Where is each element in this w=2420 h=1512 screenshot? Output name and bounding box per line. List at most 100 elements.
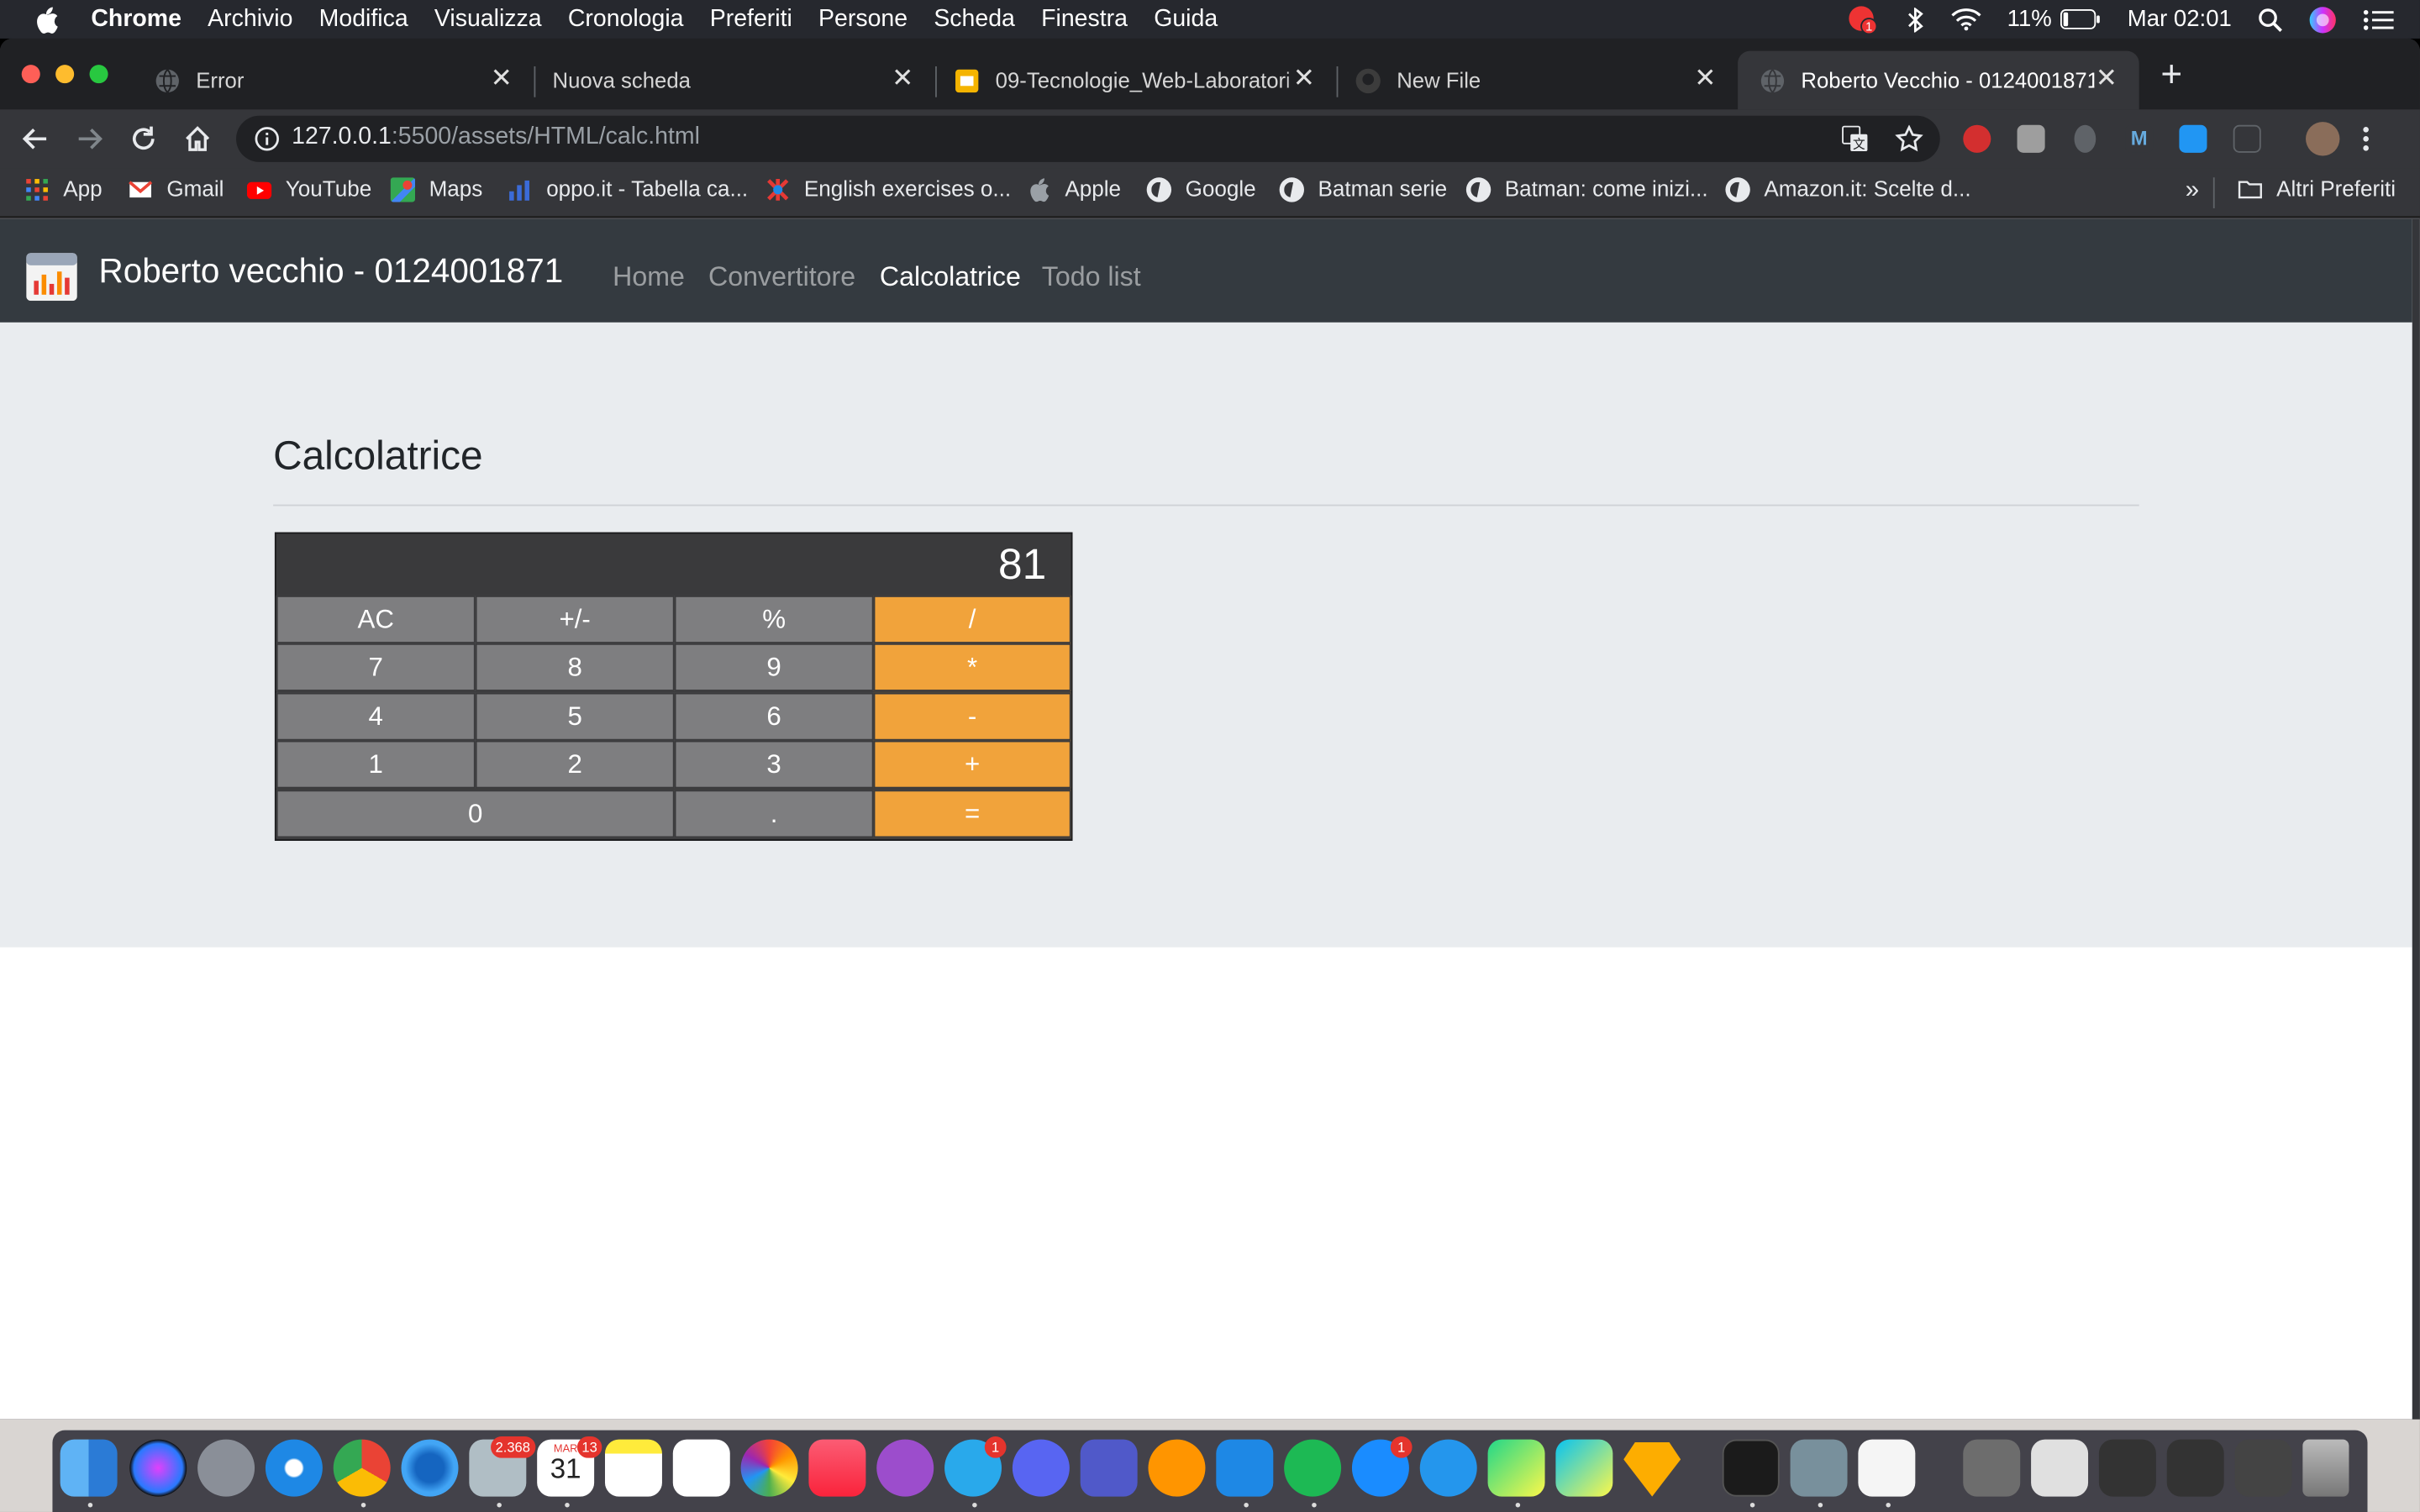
key-divide[interactable]: / (873, 595, 1071, 643)
bookmark-batman-serie[interactable]: Batman serie (1279, 177, 1447, 202)
close-tab-icon[interactable]: ✕ (892, 63, 913, 94)
adblock-extension-icon[interactable] (1963, 124, 1991, 153)
tab-calcolatrice[interactable]: Roberto Vecchio - 0124001871 ✕ (1738, 50, 2139, 110)
key-7[interactable]: 7 (276, 643, 476, 691)
preview-icon[interactable] (1790, 1439, 1848, 1497)
menu-cronologia[interactable]: Cronologia (568, 5, 684, 33)
menu-modifica[interactable]: Modifica (319, 5, 408, 33)
bookmark-apple[interactable]: Apple (1026, 177, 1121, 202)
nav-calcolatrice[interactable]: Calcolatrice (880, 260, 1021, 293)
discord-icon[interactable] (1012, 1439, 1070, 1497)
zoom-window-button[interactable] (89, 65, 108, 84)
bookmark-maps[interactable]: Maps (390, 177, 482, 202)
menu-scheda[interactable]: Scheda (934, 5, 1015, 33)
bookmark-english[interactable]: English exercises o... (765, 177, 1011, 202)
menu-finestra[interactable]: Finestra (1041, 5, 1128, 33)
key-0[interactable]: 0 (276, 790, 675, 838)
key-8[interactable]: 8 (475, 643, 675, 691)
key-6[interactable]: 6 (674, 692, 874, 741)
tab-nuova-scheda[interactable]: Nuova scheda ✕ (534, 51, 935, 110)
key-sign[interactable]: +/- (475, 595, 675, 643)
extension-icon[interactable] (2233, 124, 2261, 153)
photos-icon[interactable] (740, 1439, 798, 1497)
books-icon[interactable] (1148, 1439, 1206, 1497)
menu-persone[interactable]: Persone (818, 5, 908, 33)
bookmark-star-icon[interactable] (1895, 124, 1923, 153)
minimized-window-icon[interactable] (2031, 1439, 2089, 1497)
bookmark-youtube[interactable]: YouTube (246, 177, 371, 202)
safari-icon[interactable] (265, 1439, 323, 1497)
close-tab-icon[interactable]: ✕ (491, 63, 513, 94)
extension-icon[interactable] (2017, 124, 2045, 153)
key-2[interactable]: 2 (475, 740, 675, 789)
minimized-window-icon[interactable] (2098, 1439, 2156, 1497)
profile-avatar[interactable] (2306, 122, 2340, 156)
trash-icon[interactable] (2302, 1439, 2349, 1497)
webstorm-icon[interactable] (1555, 1439, 1613, 1497)
menu-visualizza[interactable]: Visualizza (434, 5, 542, 33)
tab-new-file[interactable]: New File ✕ (1337, 51, 1739, 110)
extension-icon[interactable] (2074, 124, 2096, 153)
notification-center-icon[interactable] (2363, 8, 2394, 30)
key-9[interactable]: 9 (674, 643, 874, 691)
finder-icon[interactable] (60, 1439, 118, 1497)
minimized-window-icon[interactable] (1963, 1439, 2021, 1497)
close-window-button[interactable] (21, 65, 40, 84)
bluetooth-icon[interactable] (1905, 7, 1923, 32)
nav-convertitore[interactable]: Convertitore (708, 260, 855, 293)
notes-icon[interactable] (604, 1439, 662, 1497)
teams-icon[interactable] (1080, 1439, 1138, 1497)
key-4[interactable]: 4 (276, 692, 476, 741)
forward-icon[interactable] (74, 123, 105, 155)
bookmark-app[interactable]: App (24, 177, 103, 202)
key-percent[interactable]: % (674, 595, 874, 643)
battery-icon[interactable] (2060, 9, 2102, 29)
key-multiply[interactable]: * (873, 643, 1071, 691)
siri-icon[interactable] (129, 1439, 187, 1497)
siri-icon[interactable] (2309, 5, 2337, 33)
reload-icon[interactable] (128, 123, 159, 155)
m-extension-icon[interactable]: M (2125, 124, 2154, 153)
bookmark-oppo[interactable]: oppo.it - Tabella ca... (508, 177, 748, 202)
textedit-icon[interactable] (1858, 1439, 1916, 1497)
key-ac[interactable]: AC (276, 595, 476, 643)
kebab-menu-icon[interactable] (2358, 123, 2373, 155)
cloud-extension-icon[interactable] (2179, 124, 2207, 153)
bookmark-google[interactable]: Google (1146, 177, 1256, 202)
url-text[interactable]: 127.0.0.1:5500/assets/HTML/calc.html (292, 123, 700, 151)
tab-error[interactable]: Error ✕ (136, 51, 534, 110)
launchpad-icon[interactable] (197, 1439, 255, 1497)
menu-guida[interactable]: Guida (1154, 5, 1218, 33)
creative-cloud-icon[interactable]: 1 (1845, 4, 1879, 35)
key-dot[interactable]: . (674, 790, 874, 838)
key-3[interactable]: 3 (674, 740, 874, 789)
spotify-icon[interactable] (1284, 1439, 1342, 1497)
close-tab-icon[interactable]: ✕ (1694, 63, 1716, 94)
key-plus[interactable]: + (873, 740, 1071, 789)
key-5[interactable]: 5 (475, 692, 675, 741)
bookmark-batman-come[interactable]: Batman: come inizi... (1465, 177, 1708, 202)
nav-todo-list[interactable]: Todo list (1042, 260, 1141, 293)
address-bar[interactable]: 127.0.0.1:5500/assets/HTML/calc.html 文 (236, 115, 1940, 162)
key-equals[interactable]: = (873, 790, 1071, 838)
home-icon[interactable] (182, 123, 213, 155)
key-1[interactable]: 1 (276, 740, 476, 789)
pycharm-icon[interactable] (1487, 1439, 1545, 1497)
info-icon[interactable] (255, 127, 279, 151)
bookmark-gmail[interactable]: Gmail (128, 177, 224, 202)
apple-icon[interactable] (34, 5, 58, 33)
vscode-icon[interactable] (1216, 1439, 1274, 1497)
docker-icon[interactable] (1419, 1439, 1477, 1497)
minimize-window-button[interactable] (55, 65, 75, 84)
bookmarks-overflow-button[interactable]: » (2186, 177, 2199, 205)
close-tab-icon[interactable]: ✕ (1293, 63, 1315, 94)
site-brand[interactable]: Roberto vecchio - 0124001871 (99, 251, 564, 291)
wifi-icon[interactable] (1950, 8, 1981, 31)
reminders-icon[interactable] (672, 1439, 730, 1497)
translate-icon[interactable]: 文 (1841, 125, 1869, 153)
minimized-window-icon[interactable] (2166, 1439, 2224, 1497)
tab-slides[interactable]: 09-Tecnologie_Web-Laboratorio ✕ (935, 51, 1337, 110)
menu-app-name[interactable]: Chrome (91, 5, 182, 33)
nav-home[interactable]: Home (613, 260, 685, 293)
bookmark-altri-preferiti[interactable]: Altri Preferiti (2238, 177, 2396, 202)
